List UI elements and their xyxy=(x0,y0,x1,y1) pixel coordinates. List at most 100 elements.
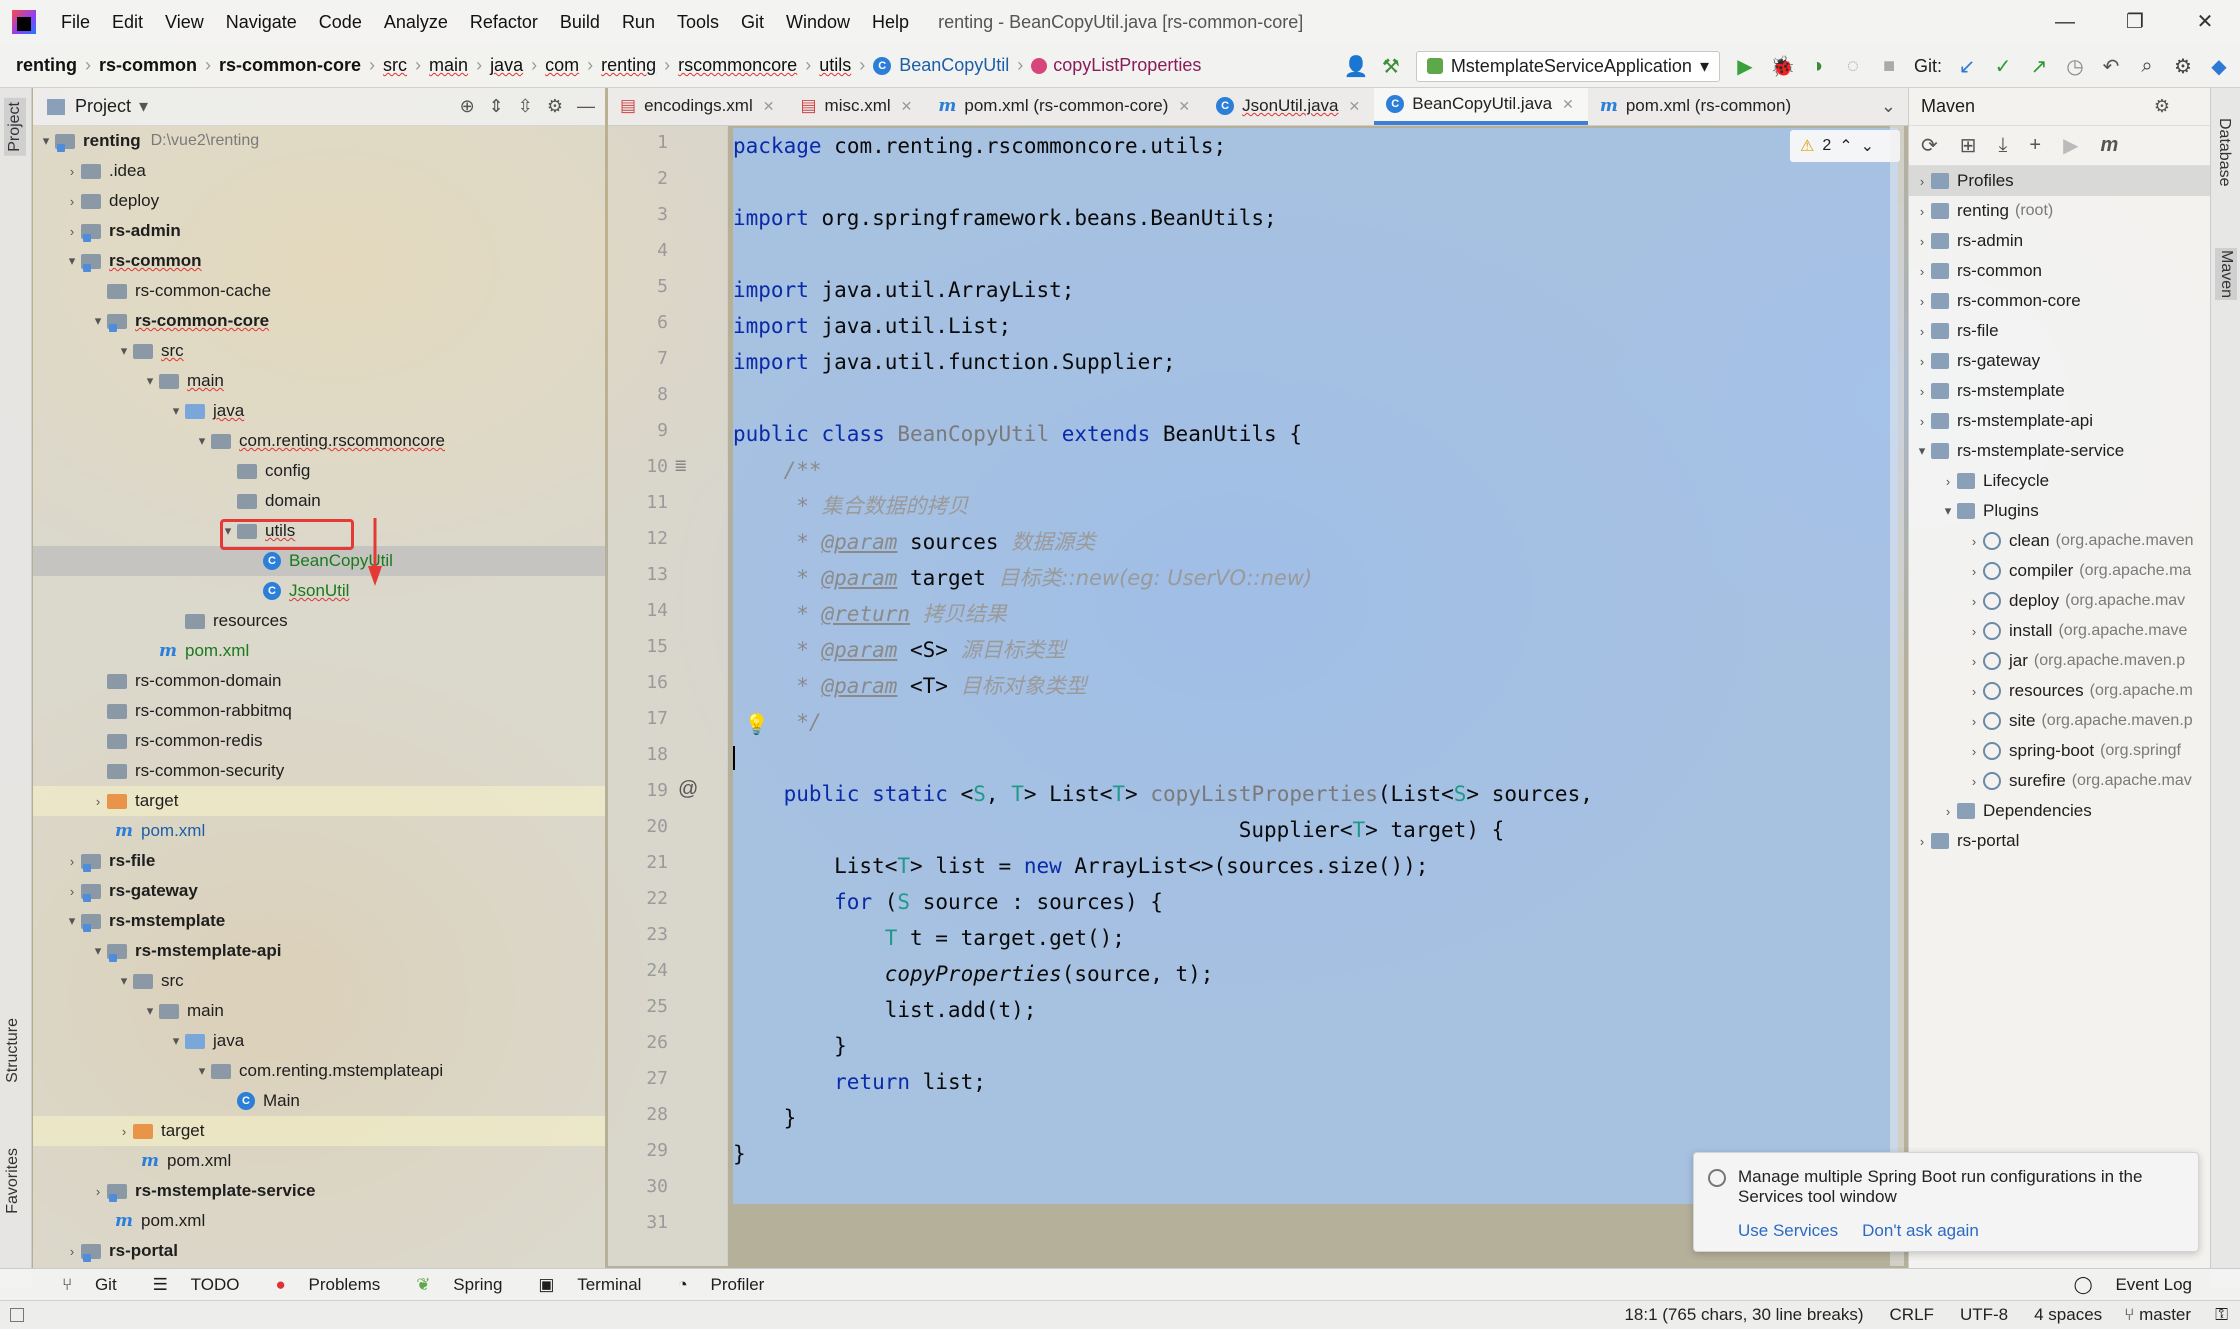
git-commit-icon[interactable]: ✓ xyxy=(1992,54,2014,79)
code-line-24[interactable]: copyProperties(source, t); xyxy=(733,956,1214,992)
menu-window[interactable]: Window xyxy=(775,12,861,33)
maven-plugin-compiler[interactable]: › compiler (org.apache.ma xyxy=(1909,556,2210,586)
tree-node-pom-api[interactable]: m pom.xml xyxy=(33,1146,605,1176)
chevron-down-icon[interactable]: ⌄ xyxy=(1861,136,1874,156)
code-line-16[interactable]: * @param <T> 目标对象类型 xyxy=(733,668,1086,704)
tree-node-domain[interactable]: domain xyxy=(33,486,605,516)
maven-plugin-resources[interactable]: › resources (org.apache.m xyxy=(1909,676,2210,706)
menu-edit[interactable]: Edit xyxy=(101,12,154,33)
breadcrumb-rscommoncore[interactable]: rscommoncore xyxy=(672,55,803,76)
maven-item-dependencies[interactable]: › Dependencies xyxy=(1909,796,2210,826)
code-line-20[interactable]: Supplier<T> target) { xyxy=(733,812,1505,848)
tree-node-rs-common-cache[interactable]: rs-common-cache xyxy=(33,276,605,306)
breadcrumb-rs-common-core[interactable]: rs-common-core xyxy=(213,55,367,76)
maven-item-plugins[interactable]: ▾ Plugins xyxy=(1909,496,2210,526)
tab-pom-common-core[interactable]: m pom.xml (rs-common-core) ✕ xyxy=(926,88,1204,125)
code-line-22[interactable]: for (S source : sources) { xyxy=(733,884,1163,920)
breadcrumb-utils[interactable]: utils xyxy=(813,55,857,76)
menu-refactor[interactable]: Refactor xyxy=(459,12,549,33)
maven-plugin-jar[interactable]: › jar (org.apache.maven.p xyxy=(1909,646,2210,676)
tree-node-rs-common-security[interactable]: rs-common-security xyxy=(33,756,605,786)
close-tab-icon[interactable]: ✕ xyxy=(763,98,775,115)
maven-item-rs-common[interactable]: › rs-common xyxy=(1909,256,2210,286)
search-icon[interactable]: ⌕ xyxy=(2136,55,2158,78)
tree-node-jsonutil[interactable]: C JsonUtil xyxy=(33,576,605,606)
doc-render-icon[interactable]: ≣ xyxy=(674,456,687,476)
tree-node-rs-mstemplate-api[interactable]: ▾ rs-mstemplate-api xyxy=(33,936,605,966)
tree-node-rs-mstemplate[interactable]: ▾ rs-mstemplate xyxy=(33,906,605,936)
coverage-icon[interactable]: ◑ xyxy=(1806,55,1828,78)
tree-node-rs-common-redis[interactable]: rs-common-redis xyxy=(33,726,605,756)
code-line-9[interactable]: public class BeanCopyUtil extends BeanUt… xyxy=(733,416,1302,452)
tree-node-rs-admin[interactable]: › rs-admin xyxy=(33,216,605,246)
tree-node-rs-mstemplate-service[interactable]: › rs-mstemplate-service xyxy=(33,1176,605,1206)
maven-item-rs-portal[interactable]: › rs-portal xyxy=(1909,826,2210,856)
code-line-3[interactable]: import org.springframework.beans.BeanUti… xyxy=(733,200,1277,236)
close-icon[interactable]: ✕ xyxy=(2170,0,2240,44)
close-tab-icon[interactable]: ✕ xyxy=(1178,98,1190,115)
structure-tool-tab[interactable]: Structure xyxy=(4,1018,22,1083)
tab-pom-common[interactable]: m pom.xml (rs-common) xyxy=(1588,88,1805,125)
maven-plugin-deploy[interactable]: › deploy (org.apache.mav xyxy=(1909,586,2210,616)
file-encoding[interactable]: UTF-8 xyxy=(1960,1305,2008,1325)
chevron-down-icon[interactable]: ▾ xyxy=(139,96,148,117)
run-icon[interactable]: ▶ xyxy=(1734,54,1756,79)
code-line-13[interactable]: * @param target 目标类::new(eg: UserVO::new… xyxy=(733,560,1312,596)
tree-node-rs-common-domain[interactable]: rs-common-domain xyxy=(33,666,605,696)
user-icon[interactable]: 👤 xyxy=(1344,54,1369,79)
menu-tools[interactable]: Tools xyxy=(666,12,730,33)
lightbulb-icon[interactable]: 💡 xyxy=(744,712,769,737)
problems-tool-button[interactable]: ● Problems xyxy=(257,1275,380,1295)
tree-node-rs-gateway[interactable]: › rs-gateway xyxy=(33,876,605,906)
maven-tool-tab[interactable]: Maven xyxy=(2215,248,2237,301)
hide-icon[interactable]: — xyxy=(577,96,595,117)
indent-setting[interactable]: 4 spaces xyxy=(2034,1305,2102,1325)
git-update-icon[interactable]: ↙ xyxy=(1956,54,1978,79)
code-line-15[interactable]: * @param <S> 源目标类型 xyxy=(733,632,1065,668)
intellij-logo-icon[interactable] xyxy=(12,10,36,34)
tree-node-pom-common[interactable]: m pom.xml xyxy=(33,816,605,846)
maven-plugin-surefire[interactable]: › surefire (org.apache.mav xyxy=(1909,766,2210,796)
code-line-10[interactable]: /** xyxy=(733,452,822,488)
favorites-tool-tab[interactable]: Favorites xyxy=(4,1148,22,1214)
tree-node-rs-file[interactable]: › rs-file xyxy=(33,846,605,876)
breadcrumb-java[interactable]: java xyxy=(484,55,529,76)
tab-misc-xml[interactable]: ▤ misc.xml ✕ xyxy=(788,88,926,125)
todo-tool-button[interactable]: ☰ TODO xyxy=(135,1275,240,1295)
tree-node-renting[interactable]: ▾ renting D:\vue2\renting xyxy=(33,126,605,156)
close-tab-icon[interactable]: ✕ xyxy=(1349,98,1361,115)
menu-view[interactable]: View xyxy=(154,12,215,33)
maven-plugin-install[interactable]: › install (org.apache.mave xyxy=(1909,616,2210,646)
maven-plugin-spring-boot[interactable]: › spring-boot (org.springf xyxy=(1909,736,2210,766)
maven-item-rs-admin[interactable]: › rs-admin xyxy=(1909,226,2210,256)
maven-item-renting[interactable]: › renting (root) xyxy=(1909,196,2210,226)
maven-plugin-site[interactable]: › site (org.apache.maven.p xyxy=(1909,706,2210,736)
tree-node-deploy[interactable]: › deploy xyxy=(33,186,605,216)
tree-node-src-api[interactable]: ▾ src xyxy=(33,966,605,996)
inspection-widget[interactable]: ⚠ 2 ⌃ ⌄ xyxy=(1790,130,1900,162)
code-line-14[interactable]: * @return 拷贝结果 xyxy=(733,596,1006,632)
menu-run[interactable]: Run xyxy=(611,12,666,33)
settings-gear-icon[interactable]: ⚙ xyxy=(2172,54,2194,79)
dont-ask-again-link[interactable]: Don't ask again xyxy=(1862,1221,1979,1241)
close-tab-icon[interactable]: ✕ xyxy=(901,98,913,115)
caret-position[interactable]: 18:1 (765 chars, 30 line breaks) xyxy=(1624,1305,1863,1325)
tabs-dropdown-icon[interactable]: ⌄ xyxy=(1881,96,1908,117)
debug-icon[interactable]: 🐞 xyxy=(1770,54,1795,79)
use-services-link[interactable]: Use Services xyxy=(1738,1221,1838,1241)
menu-build[interactable]: Build xyxy=(549,12,611,33)
database-tool-tab[interactable]: Database xyxy=(2215,118,2233,187)
close-tab-icon[interactable]: ✕ xyxy=(1562,96,1574,113)
maven-item-profiles[interactable]: › Profiles xyxy=(1909,166,2210,196)
expand-all-icon[interactable]: ⇕ xyxy=(489,96,504,117)
restore-icon[interactable]: ❐ xyxy=(2100,0,2170,44)
reload-icon[interactable]: ⟳ xyxy=(1921,133,1938,158)
breadcrumb-renting[interactable]: renting xyxy=(0,55,83,76)
breadcrumb-renting-pkg[interactable]: renting xyxy=(595,55,662,76)
chevron-up-icon[interactable]: ⌃ xyxy=(1839,136,1852,156)
breadcrumb-src[interactable]: src xyxy=(377,55,413,76)
tree-node-main-api[interactable]: ▾ main xyxy=(33,996,605,1026)
tree-node-java-api[interactable]: ▾ java xyxy=(33,1026,605,1056)
tree-node-src[interactable]: ▾ src xyxy=(33,336,605,366)
git-branch-widget[interactable]: ⑂ master xyxy=(2124,1305,2191,1325)
